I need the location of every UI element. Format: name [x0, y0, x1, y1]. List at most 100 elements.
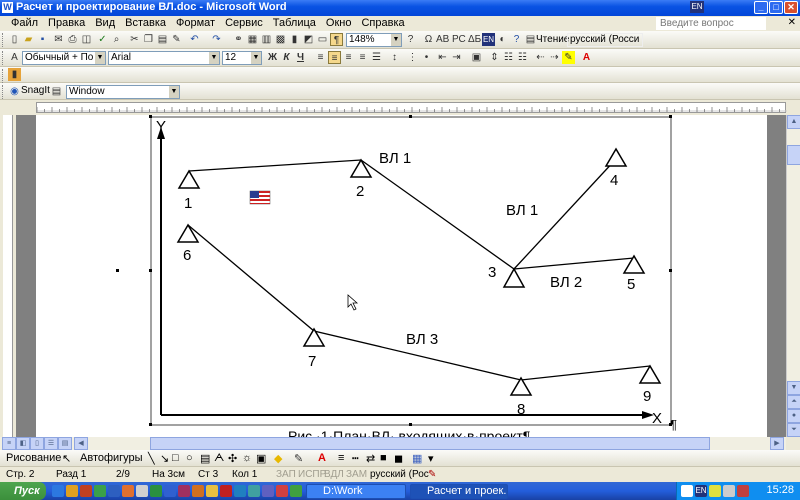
increase-indent-icon[interactable]: ⇥: [450, 51, 463, 64]
menu-window[interactable]: Окно: [321, 16, 357, 30]
tray-app3-icon[interactable]: [737, 485, 749, 497]
undo-icon[interactable]: ↶: [188, 33, 201, 46]
tower-6-icon[interactable]: [176, 223, 200, 243]
quicklaunch-app6-icon[interactable]: [206, 485, 218, 497]
task-explorer-window[interactable]: D:\Work: [306, 484, 406, 499]
reading-button[interactable]: Чтение: [536, 34, 569, 45]
wordart-icon[interactable]: ᗅ: [214, 452, 224, 465]
shadow-icon[interactable]: ■: [380, 452, 387, 464]
tower-9-icon[interactable]: [638, 364, 662, 384]
line-tool-icon[interactable]: ╲: [148, 452, 155, 465]
hyperlink-icon[interactable]: ⚭: [232, 33, 245, 46]
quicklaunch-app11-icon[interactable]: [276, 485, 288, 497]
quicklaunch-media-icon[interactable]: [80, 485, 92, 497]
minimize-button[interactable]: _: [754, 1, 768, 14]
decrease-indent-icon[interactable]: ⇤: [436, 51, 449, 64]
cut-icon[interactable]: ✂: [128, 33, 141, 46]
style-select[interactable]: Обычный + По це ▼: [22, 51, 106, 65]
help-bubble-icon[interactable]: ?: [510, 33, 523, 46]
borders-icon[interactable]: ▣: [470, 51, 483, 64]
textbox-tool-icon[interactable]: ▤: [200, 452, 210, 465]
menu-tools[interactable]: Сервис: [220, 16, 268, 30]
clipart-icon[interactable]: ☼: [242, 452, 252, 464]
menu-insert[interactable]: Вставка: [120, 16, 171, 30]
copy-icon[interactable]: ❐: [142, 33, 155, 46]
quicklaunch-word2-icon[interactable]: [164, 485, 176, 497]
vertical-scrollbar[interactable]: ▲ ▼ ⏶ ● ⏷: [786, 115, 800, 437]
menu-edit[interactable]: Правка: [43, 16, 90, 30]
system-clock[interactable]: 15:28: [766, 484, 794, 496]
web-view-icon[interactable]: ◧: [16, 437, 30, 450]
spell-ru-icon[interactable]: РС: [452, 33, 466, 46]
scroll-thumb[interactable]: [787, 145, 800, 165]
image-tool-icon[interactable]: ▦: [412, 452, 422, 465]
start-button[interactable]: Пуск: [0, 482, 46, 500]
indent-left-icon[interactable]: ⇠: [534, 51, 547, 64]
us-flag-icon[interactable]: [249, 190, 271, 205]
bookmark-icon[interactable]: ▮: [8, 68, 21, 81]
quicklaunch-app3-icon[interactable]: [136, 485, 148, 497]
quicklaunch-app4-icon[interactable]: [178, 485, 190, 497]
tables-borders-icon[interactable]: ▦: [246, 33, 259, 46]
tower-8-icon[interactable]: [509, 376, 533, 396]
menu-file[interactable]: Файл: [6, 16, 43, 30]
drawing-menu-button[interactable]: Рисование: [6, 452, 61, 464]
dash-style-icon[interactable]: ┅: [352, 452, 359, 465]
underline-button[interactable]: Ч: [294, 51, 307, 64]
scroll-down-icon[interactable]: ▼: [787, 381, 800, 395]
select-browse-object-icon[interactable]: ●: [787, 409, 800, 423]
columns-icon[interactable]: ▮: [288, 33, 301, 46]
ask-question-input[interactable]: Введите вопрос: [656, 17, 766, 30]
tower-4-icon[interactable]: [604, 147, 628, 167]
font-color-icon[interactable]: A: [580, 51, 593, 64]
font-color-draw-icon[interactable]: A: [318, 452, 326, 464]
document-area[interactable]: Y X ¶ 1 2 3 4 5 6 7 8 9 ВЛ 1 ВЛ 1 ВЛ 2 В…: [16, 115, 786, 437]
outline-view-icon[interactable]: ☰: [44, 437, 58, 450]
redo-icon[interactable]: ↷: [210, 33, 223, 46]
quicklaunch-app9-icon[interactable]: [248, 485, 260, 497]
document-map-icon[interactable]: ▭: [316, 33, 329, 46]
quicklaunch-app2-icon[interactable]: [122, 485, 134, 497]
abc-icon[interactable]: АВ: [436, 33, 449, 46]
line-spacing-icon[interactable]: ↕: [388, 51, 401, 64]
research-icon[interactable]: ⌕: [110, 33, 123, 46]
maximize-button[interactable]: □: [769, 1, 783, 14]
quicklaunch-excel-icon[interactable]: [150, 485, 162, 497]
numbering-icon[interactable]: ⋮: [406, 51, 419, 64]
quicklaunch-ie-icon[interactable]: [52, 485, 64, 497]
list-2-icon[interactable]: ☷: [516, 51, 529, 64]
status-ovr[interactable]: ЗАМ: [346, 469, 367, 480]
menu-format[interactable]: Формат: [171, 16, 220, 30]
open-folder-icon[interactable]: ▰: [22, 33, 35, 46]
permission-icon[interactable]: ✉: [52, 33, 65, 46]
line-color-icon[interactable]: ✎: [294, 452, 303, 465]
menu-view[interactable]: Вид: [90, 16, 120, 30]
autoshapes-button[interactable]: Автофигуры: [80, 452, 143, 464]
print-layout-icon[interactable]: ▯: [30, 437, 44, 450]
tower-2-icon[interactable]: [349, 158, 373, 178]
show-hide-icon[interactable]: ¶: [330, 33, 343, 46]
more-tools-icon[interactable]: ▾: [428, 452, 434, 465]
tray-volume-icon[interactable]: [681, 485, 693, 497]
tower-1-icon[interactable]: [177, 169, 201, 189]
thesaurus-icon[interactable]: ΔБ: [468, 33, 481, 46]
horizontal-ruler[interactable]: [0, 100, 800, 115]
diagram-icon[interactable]: ✣: [228, 452, 237, 465]
line-style-icon[interactable]: ≡: [338, 452, 344, 464]
quicklaunch-app-icon[interactable]: [94, 485, 106, 497]
fill-color-icon[interactable]: ◆: [274, 452, 282, 465]
format-painter-icon[interactable]: ✎: [170, 33, 183, 46]
vertical-ruler[interactable]: [0, 115, 16, 437]
spelling-status-icon[interactable]: ✎: [428, 469, 436, 480]
bullets-icon[interactable]: •: [420, 51, 433, 64]
new-document-icon[interactable]: ▯: [8, 33, 21, 46]
align-center-icon[interactable]: ≡: [328, 51, 341, 64]
indent-right-icon[interactable]: ⇢: [548, 51, 561, 64]
save-icon[interactable]: ▪: [36, 33, 49, 46]
tray-app2-icon[interactable]: [723, 485, 735, 497]
spelling-icon[interactable]: ✓: [96, 33, 109, 46]
normal-view-icon[interactable]: ≡: [2, 437, 16, 450]
tower-3-icon[interactable]: [502, 267, 526, 288]
picture-icon[interactable]: ▣: [256, 452, 266, 465]
lang-badge[interactable]: EN: [482, 33, 495, 46]
